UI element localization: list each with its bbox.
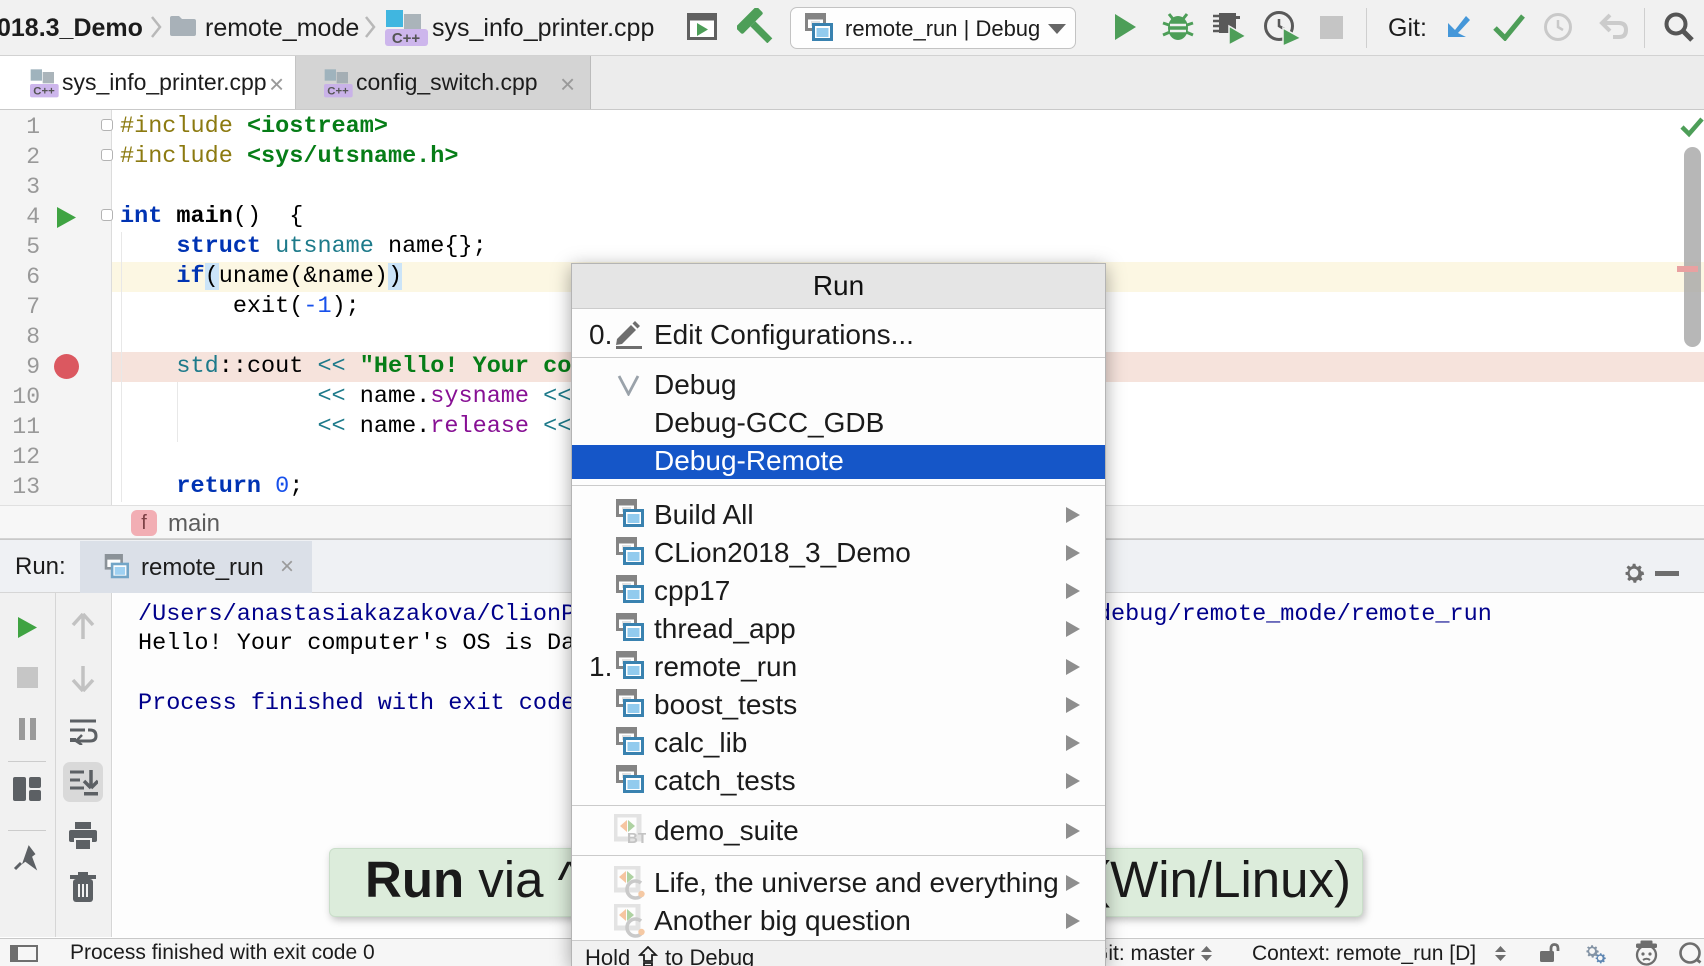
svg-text:C++: C++ bbox=[33, 86, 55, 98]
svg-text:BT: BT bbox=[627, 830, 646, 846]
svg-text:C++: C++ bbox=[392, 30, 421, 46]
svg-text:C++: C++ bbox=[327, 86, 349, 98]
